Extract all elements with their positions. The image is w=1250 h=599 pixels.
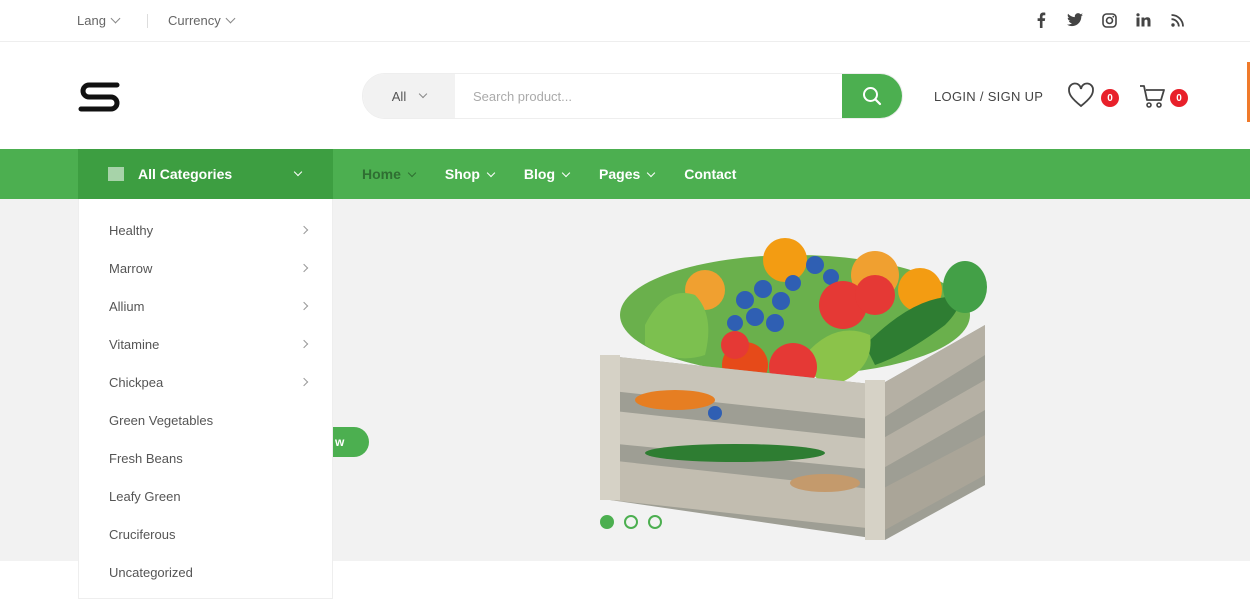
nav-item-pages[interactable]: Pages (599, 166, 656, 182)
chevron-down-icon (647, 168, 656, 177)
category-item-leafy-green[interactable]: Leafy Green (109, 489, 309, 504)
category-label: Uncategorized (109, 565, 193, 580)
category-label: Green Vegetables (109, 413, 214, 428)
wishlist-count-badge: 0 (1101, 89, 1119, 107)
nav-item-label: Shop (444, 166, 480, 182)
top-bar: Lang Currency (0, 0, 1250, 42)
search-input[interactable] (455, 74, 842, 118)
linkedin-icon[interactable] (1134, 11, 1152, 29)
currency-selector[interactable]: Currency (168, 13, 236, 28)
nav-item-label: Contact (684, 166, 737, 182)
chevron-right-icon (299, 377, 309, 387)
heart-icon (1068, 82, 1094, 108)
chevron-down-icon (225, 13, 236, 24)
hero-shop-button-label: w (335, 435, 345, 449)
search-button[interactable] (842, 74, 902, 118)
search-category-label: All (391, 88, 407, 104)
search-icon (863, 87, 882, 106)
chevron-down-icon (407, 168, 417, 177)
cart-count-badge: 0 (1170, 89, 1188, 107)
nav-item-label: Pages (599, 166, 641, 182)
category-label: Cruciferous (109, 527, 176, 542)
search-category-select[interactable]: All (363, 74, 455, 118)
cart-icon (1140, 85, 1165, 108)
nav-item-label: Home (362, 166, 401, 182)
category-item-fresh-beans[interactable]: Fresh Beans (109, 451, 309, 466)
category-item-chickpea[interactable]: Chickpea (109, 375, 309, 390)
category-item-green-vegetables[interactable]: Green Vegetables (109, 413, 309, 428)
category-item-allium[interactable]: Allium (109, 299, 309, 314)
chevron-right-icon (299, 339, 309, 349)
category-item-healthy[interactable]: Healthy (109, 223, 309, 238)
chevron-right-icon (299, 225, 309, 235)
vegetable-crate-image (600, 238, 987, 540)
category-label: Chickpea (109, 375, 164, 390)
site-logo[interactable] (77, 78, 123, 114)
divider (147, 14, 148, 28)
all-categories-label: All Categories (138, 166, 233, 182)
currency-label: Currency (168, 13, 221, 28)
category-menu: Healthy Marrow Allium Vitamine Chickpea … (78, 199, 333, 599)
chevron-down-icon (110, 13, 121, 24)
nav-links: Home Shop Blog Pages Contact (362, 149, 736, 199)
login-signup-link[interactable]: LOGIN / SIGN UP (934, 89, 1043, 104)
page: Lang Currency All Search product... LOGI… (0, 0, 1250, 599)
category-label: Allium (109, 299, 145, 314)
category-item-marrow[interactable]: Marrow (109, 261, 309, 276)
chevron-down-icon (486, 168, 496, 177)
nav-item-shop[interactable]: Shop (444, 166, 496, 182)
language-label: Lang (77, 13, 106, 28)
category-label: Leafy Green (109, 489, 181, 504)
all-categories-toggle[interactable]: All Categories (78, 149, 333, 199)
category-item-uncategorized[interactable]: Uncategorized (109, 565, 309, 580)
category-item-cruciferous[interactable]: Cruciferous (109, 527, 309, 542)
instagram-icon[interactable] (1100, 11, 1118, 29)
cart-button[interactable] (1138, 82, 1166, 110)
search-bar: All (362, 73, 903, 119)
slider-dot[interactable] (624, 515, 638, 529)
language-selector[interactable]: Lang (77, 13, 121, 28)
chevron-right-icon (299, 263, 309, 273)
header: All LOGIN / SIGN UP 0 0 (0, 42, 1250, 149)
slider-dot[interactable] (600, 515, 614, 529)
category-item-vitamine[interactable]: Vitamine (109, 337, 309, 352)
social-links (1032, 11, 1186, 29)
nav-item-home[interactable]: Home (362, 166, 417, 182)
nav-item-blog[interactable]: Blog (523, 166, 571, 182)
category-label: Marrow (109, 261, 153, 276)
nav-item-label: Blog (523, 166, 556, 182)
twitter-icon[interactable] (1066, 11, 1084, 29)
hero-shop-button[interactable]: w (333, 427, 369, 457)
rss-icon[interactable] (1168, 11, 1186, 29)
chevron-right-icon (299, 301, 309, 311)
category-label: Healthy (109, 223, 154, 238)
chevron-down-icon (561, 168, 571, 177)
main-nav: All Categories Home Shop Blog Pages Cont… (0, 149, 1250, 199)
category-label: Fresh Beans (109, 451, 183, 466)
slider-dots (600, 515, 662, 529)
wishlist-button[interactable] (1067, 82, 1095, 110)
menu-icon (108, 167, 124, 181)
nav-item-contact[interactable]: Contact (684, 166, 736, 182)
slider-dot[interactable] (648, 515, 662, 529)
category-label: Vitamine (109, 337, 160, 352)
chevron-down-icon (418, 89, 428, 99)
facebook-icon[interactable] (1032, 11, 1050, 29)
chevron-down-icon (293, 167, 303, 177)
